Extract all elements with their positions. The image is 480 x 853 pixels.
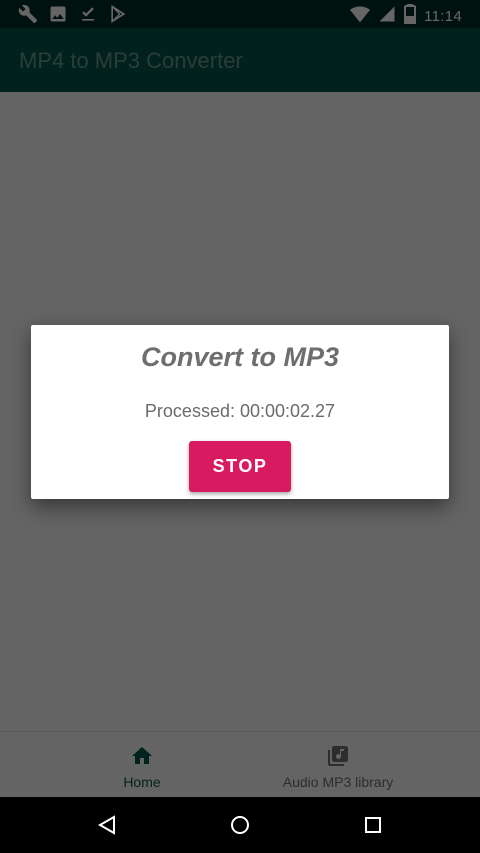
notification-icons (18, 4, 128, 24)
wifi-icon (350, 5, 371, 28)
music-library-icon (326, 744, 350, 773)
image-icon (48, 4, 68, 24)
convert-dialog: Convert to MP3 Processed: 00:00:02.27 ST… (31, 325, 449, 499)
home-circle-icon[interactable] (229, 814, 251, 841)
dialog-title: Convert to MP3 (140, 342, 340, 372)
battery-icon (404, 4, 417, 29)
app-title: MP4 to MP3 Converter (19, 48, 243, 73)
processed-time: Processed: 00:00:02.27 (144, 401, 336, 421)
stop-button[interactable]: STOP (189, 441, 291, 492)
system-status: 11:14 (350, 4, 462, 29)
nav-item-audio-library[interactable]: Audio MP3 library (218, 732, 458, 798)
download-done-icon (78, 4, 98, 24)
home-icon (130, 744, 154, 773)
nav-label-audio-library: Audio MP3 library (282, 774, 394, 790)
wrench-icon (18, 4, 38, 24)
back-icon[interactable] (96, 814, 118, 841)
recents-icon[interactable] (362, 814, 384, 841)
status-bar: 11:14 (0, 0, 480, 28)
app-bar: MP4 to MP3 Converter (0, 28, 480, 92)
bottom-navigation: Home Audio MP3 library (0, 731, 480, 798)
signal-icon (378, 5, 396, 28)
play-store-icon (108, 4, 128, 24)
system-navigation-bar (0, 797, 480, 853)
clock: 11:14 (424, 7, 462, 25)
